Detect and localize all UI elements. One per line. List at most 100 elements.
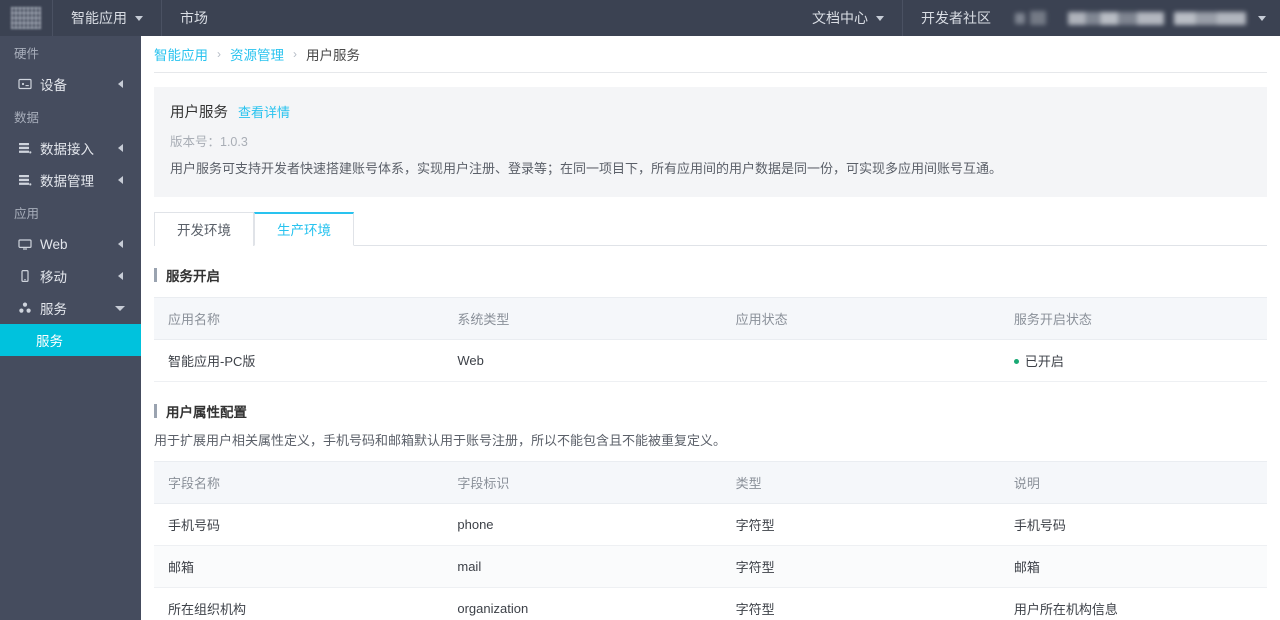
- section-header-service-enable: 服务开启: [154, 265, 1267, 285]
- sidebar-item-web[interactable]: Web: [0, 228, 141, 260]
- service-description: 用户服务可支持开发者快速搭建账号体系，实现用户注册、登录等；在同一项目下，所有应…: [170, 161, 1003, 176]
- service-icon: [18, 301, 36, 315]
- cell-desc: 邮箱: [999, 545, 1267, 588]
- user-attribute-table: 字段名称 字段标识 类型 说明 手机号码 phone 字符型 手机号码 邮箱 m…: [154, 460, 1267, 620]
- company-logo-icon: [11, 7, 41, 29]
- status-badge: 已开启: [1024, 353, 1064, 369]
- desktop-icon: [18, 237, 36, 251]
- sidebar-item-data-access[interactable]: 数据接入: [0, 132, 141, 164]
- cell-app-status: [721, 339, 1000, 382]
- cell-type: 字符型: [721, 503, 1000, 546]
- tab-dev-environment[interactable]: 开发环境: [154, 211, 254, 246]
- device-icon: [18, 77, 36, 91]
- column-header-service-status: 服务开启状态: [999, 296, 1267, 340]
- service-info-card: 用户服务 查看详情 版本号：1.0.3 用户服务可支持开发者快速搭建账号体系，实…: [154, 87, 1267, 197]
- service-title: 用户服务: [170, 105, 228, 121]
- topnav-label-smart-app: 智能应用: [71, 10, 127, 26]
- sidebar-item-label: 移动: [40, 270, 67, 285]
- cell-field-key: phone: [443, 503, 722, 546]
- breadcrumb-item-resource-manage[interactable]: 资源管理: [230, 44, 284, 64]
- sidebar-item-device[interactable]: 设备: [0, 68, 141, 100]
- cell-desc: 手机号码: [999, 503, 1267, 546]
- sidebar-subitem-label: 服务: [36, 334, 63, 349]
- chevron-left-icon: [118, 80, 123, 88]
- topnav-label-market: 市场: [180, 10, 208, 26]
- column-header-system-type: 系统类型: [443, 296, 722, 340]
- breadcrumb-separator: ›: [217, 47, 221, 61]
- topnav-item-market[interactable]: 市场: [162, 0, 226, 36]
- column-header-app-status: 应用状态: [721, 296, 1000, 340]
- table-row: 所在组织机构 organization 字符型 用户所在机构信息: [154, 587, 1267, 620]
- sidebar-item-label: Web: [40, 236, 68, 252]
- cell-field-key: mail: [443, 545, 722, 588]
- chevron-left-icon: [118, 272, 123, 280]
- chevron-down-icon: [876, 15, 884, 21]
- sidebar-item-label: 设备: [40, 78, 67, 93]
- section-accent-bar: [154, 267, 157, 282]
- sidebar-group-application: 应用: [0, 196, 141, 228]
- cell-system-type: Web: [443, 339, 722, 382]
- chevron-down-icon: [135, 15, 143, 21]
- cell-app-name: 智能应用-PC版: [154, 339, 444, 382]
- redacted-block-2: [1030, 11, 1046, 25]
- column-header-app-name: 应用名称: [154, 296, 444, 340]
- sidebar-item-label: 服务: [40, 302, 67, 317]
- breadcrumb-item-smart-app[interactable]: 智能应用: [154, 44, 208, 64]
- topnav-label-doc-center: 文档中心: [812, 10, 868, 26]
- topnav-label-dev-community: 开发者社区: [921, 10, 991, 26]
- left-sidebar: 硬件 设备 数据 数据接入 数据管理 应用 Web 移动 服务 服务: [0, 36, 141, 620]
- attribute-section-description: 用于扩展用户相关属性定义，手机号码和邮箱默认用于账号注册，所以不能包含且不能被重…: [154, 432, 727, 448]
- topnav-item-doc-center[interactable]: 文档中心: [794, 0, 903, 36]
- topbar-right-group: 文档中心 开发者社区: [794, 0, 1280, 36]
- chevron-down-icon: [115, 305, 125, 311]
- tab-prod-environment[interactable]: 生产环境: [254, 211, 354, 246]
- service-info-title-row: 用户服务 查看详情: [170, 101, 1251, 122]
- status-dot-icon: [1013, 358, 1019, 364]
- sidebar-item-service[interactable]: 服务: [0, 292, 141, 324]
- chevron-left-icon: [118, 176, 123, 184]
- topnav-item-smart-app[interactable]: 智能应用: [53, 0, 162, 36]
- sidebar-item-label: 数据接入: [40, 142, 94, 157]
- sidebar-group-label: 硬件: [14, 46, 40, 61]
- section-title: 服务开启: [166, 268, 220, 284]
- column-header-field-name: 字段名称: [154, 460, 444, 504]
- sidebar-subitem-service-active[interactable]: 服务: [0, 324, 141, 356]
- chevron-left-icon: [118, 144, 123, 152]
- top-header-bar: 智能应用 市场 文档中心 开发者社区: [0, 0, 1280, 36]
- section-accent-bar: [154, 403, 157, 418]
- cell-type: 字符型: [721, 587, 1000, 620]
- table-row: 智能应用-PC版 Web 已开启: [154, 339, 1267, 382]
- section-header-user-attribute: 用户属性配置: [154, 401, 1267, 421]
- sidebar-item-mobile[interactable]: 移动: [0, 260, 141, 292]
- cell-desc: 用户所在机构信息: [999, 587, 1267, 620]
- table-header-row: 应用名称 系统类型 应用状态 服务开启状态: [154, 296, 1267, 340]
- data-access-icon: [18, 141, 36, 155]
- app-logo[interactable]: [0, 0, 53, 36]
- topnav-item-dev-community[interactable]: 开发者社区: [903, 0, 1009, 36]
- sidebar-group-label: 数据: [14, 110, 40, 125]
- user-menu-toggle[interactable]: [1246, 0, 1280, 36]
- breadcrumb-item-user-service: 用户服务: [306, 48, 360, 63]
- mobile-icon: [18, 269, 36, 283]
- section-title: 用户属性配置: [166, 404, 247, 420]
- tab-label: 生产环境: [277, 223, 331, 238]
- view-detail-link[interactable]: 查看详情: [238, 102, 290, 121]
- breadcrumb-separator: ›: [293, 47, 297, 61]
- sidebar-item-label: 数据管理: [40, 174, 94, 189]
- service-status-table: 应用名称 系统类型 应用状态 服务开启状态 智能应用-PC版 Web 已开启: [154, 296, 1267, 382]
- table-header-row: 字段名称 字段标识 类型 说明: [154, 460, 1267, 504]
- cell-service-status: 已开启: [999, 339, 1267, 382]
- main-content: 智能应用 › 资源管理 › 用户服务 用户服务 查看详情 版本号：1.0.3 用…: [141, 36, 1280, 620]
- column-header-type: 类型: [721, 460, 1000, 504]
- table-row: 手机号码 phone 字符型 手机号码: [154, 503, 1267, 546]
- chevron-left-icon: [118, 240, 123, 248]
- tab-label: 开发环境: [177, 223, 231, 238]
- cell-field-name: 所在组织机构: [154, 587, 444, 620]
- redacted-block-3: [1068, 11, 1164, 25]
- table-row: 邮箱 mail 字符型 邮箱: [154, 545, 1267, 588]
- environment-tabs: 开发环境 生产环境: [154, 211, 1267, 246]
- sidebar-item-data-manage[interactable]: 数据管理: [0, 164, 141, 196]
- column-header-desc: 说明: [999, 460, 1267, 504]
- sidebar-group-hardware: 硬件: [0, 36, 141, 68]
- cell-field-key: organization: [443, 587, 722, 620]
